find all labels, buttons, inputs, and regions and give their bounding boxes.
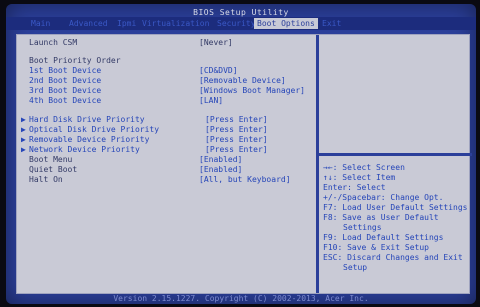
hdd-priority-value: [Press Enter]	[205, 115, 268, 124]
menu-advanced[interactable]: Advanced	[66, 18, 111, 29]
help-f8-cont: Settings	[343, 223, 382, 232]
help-esc-cont: Setup	[343, 263, 368, 272]
boot-device-2-label: 2nd Boot Device	[29, 76, 102, 85]
boot-device-4-value: [LAN]	[199, 96, 224, 105]
settings-frame: Launch CSM [Never] Boot Priority Order 1…	[16, 34, 472, 294]
help-select-item: ↑↓: Select Item	[323, 173, 396, 182]
help-f10: F10: Save & Exit Setup	[323, 243, 429, 252]
quiet-boot-value: [Enabled]	[199, 165, 243, 174]
help-f8: F8: Save as User Default	[323, 213, 439, 222]
help-panel: →←: Select Screen ↑↓: Select Item Enter:…	[316, 35, 472, 293]
halt-on-value: [All, but Keyboard]	[199, 175, 291, 184]
help-select-screen: →←: Select Screen	[323, 163, 405, 172]
menu-bar: Main Advanced Ipmi Virtualization Securi…	[6, 17, 476, 30]
submenu-arrow-icon: ▶	[21, 145, 26, 154]
help-enter: Enter: Select	[323, 183, 386, 192]
settings-list: Launch CSM [Never] Boot Priority Order 1…	[17, 35, 313, 293]
odd-priority-value: [Press Enter]	[205, 125, 268, 134]
boot-menu-value: [Enabled]	[199, 155, 243, 164]
network-priority-value: [Press Enter]	[205, 145, 268, 154]
submenu-arrow-icon: ▶	[21, 135, 26, 144]
help-f9: F9: Load Default Settings	[323, 233, 444, 242]
menu-main[interactable]: Main	[28, 18, 53, 29]
boot-device-4-label: 4th Boot Device	[29, 96, 102, 105]
boot-device-3-label: 3rd Boot Device	[29, 86, 102, 95]
odd-priority-label: Optical Disk Drive Priority	[29, 125, 160, 134]
version-footer: Version 2.15.1227. Copyright (C) 2002-20…	[113, 294, 369, 303]
boot-device-2-value: [Removable Device]	[199, 76, 286, 85]
menu-ipmi[interactable]: Ipmi	[114, 18, 139, 29]
launch-csm-label: Launch CSM	[29, 38, 78, 47]
submenu-arrow-icon: ▶	[21, 125, 26, 134]
submenu-arrow-icon: ▶	[21, 115, 26, 124]
quiet-boot-label: Quiet Boot	[29, 165, 78, 174]
boot-device-1-value: [CD&DVD]	[199, 66, 238, 75]
halt-on-label: Halt On	[29, 175, 63, 184]
removable-priority-label: Removable Device Priority	[29, 135, 150, 144]
boot-device-1-label: 1st Boot Device	[29, 66, 102, 75]
menu-boot-options[interactable]: Boot Options	[254, 18, 318, 29]
menu-exit[interactable]: Exit	[319, 18, 344, 29]
removable-priority-value: [Press Enter]	[205, 135, 268, 144]
menu-virtualization[interactable]: Virtualization	[139, 18, 212, 29]
boot-menu-label: Boot Menu	[29, 155, 73, 164]
bios-screen: BIOS Setup Utility Main Advanced Ipmi Vi…	[6, 4, 476, 304]
boot-device-3-value: [Windows Boot Manager]	[199, 86, 305, 95]
boot-priority-label: Boot Priority Order	[29, 56, 121, 65]
help-divider	[319, 153, 472, 156]
hdd-priority-label: Hard Disk Drive Priority	[29, 115, 145, 124]
network-priority-label: Network Device Priority	[29, 145, 140, 154]
launch-csm-value: [Never]	[199, 38, 233, 47]
help-esc: ESC: Discard Changes and Exit	[323, 253, 463, 262]
help-change-opt: +/-/Spacebar: Change Opt.	[323, 193, 444, 202]
menu-security[interactable]: Security	[214, 18, 259, 29]
help-f7: F7: Load User Default Settings	[323, 203, 468, 212]
